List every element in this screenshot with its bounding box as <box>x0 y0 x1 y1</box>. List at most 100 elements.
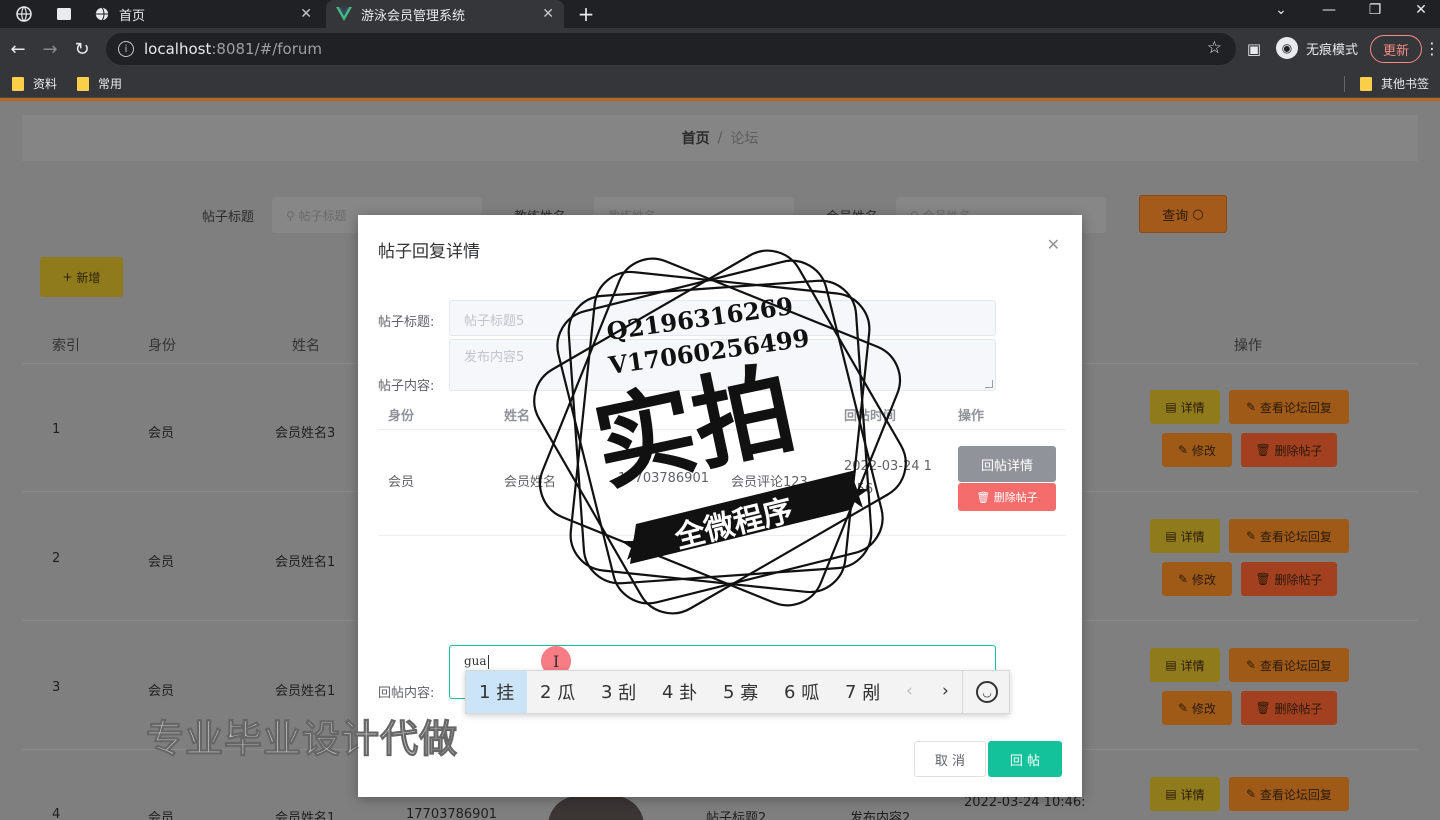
avatar <box>548 796 644 820</box>
incognito-indicator[interactable]: ◉ 无痕模式 <box>1276 37 1358 59</box>
tab-swim-system[interactable]: 游泳会员管理系统 ✕ <box>326 0 564 28</box>
delete-post-button[interactable]: 🗑 删除帖子 <box>958 483 1056 511</box>
column-header: 操作 <box>958 409 985 424</box>
back-arrow-icon[interactable]: ← <box>6 37 30 61</box>
column-header: 姓名 <box>292 338 320 354</box>
emoji-icon[interactable]: ◡ <box>976 681 998 703</box>
update-button[interactable]: 更新 <box>1370 35 1422 63</box>
chevron-left-icon[interactable]: ‹ <box>906 681 913 701</box>
search-icon: ○ <box>1188 206 1204 222</box>
submit-reply-button[interactable]: 回 帖 <box>988 741 1062 777</box>
table-cell: 会员 <box>148 426 175 441</box>
ime-candidate[interactable]: 6 呱 <box>784 671 819 713</box>
table-cell: 会员姓名1 <box>275 555 336 570</box>
profile-label: 无痕模式 <box>1306 42 1359 58</box>
column-header: 索引 <box>52 338 80 354</box>
view-replies-button[interactable]: ✎ 查看论坛回复 <box>1229 519 1349 553</box>
detail-button[interactable]: ▤ 详情 <box>1150 777 1220 811</box>
globe-icon <box>94 6 110 22</box>
tab-search-icon[interactable] <box>54 4 74 24</box>
info-icon[interactable]: i <box>118 41 134 57</box>
detail-button[interactable]: ▤ 详情 <box>1150 519 1220 553</box>
table-cell: 17703786901 <box>406 807 497 820</box>
ime-candidate[interactable]: 5 寡 <box>723 671 758 713</box>
forward-arrow-icon[interactable]: → <box>38 37 62 61</box>
tab-title: 首页 <box>119 8 146 24</box>
bookmarks-bar: 资料 常用 其他书签 <box>0 70 1440 98</box>
side-panel-icon[interactable]: ▣ <box>1242 37 1266 61</box>
tab-home[interactable]: 首页 ✕ <box>84 0 322 28</box>
query-button[interactable]: 查询 ○ <box>1139 195 1227 233</box>
close-icon[interactable]: ✕ <box>300 6 312 22</box>
bookmark-folder[interactable]: 资料 <box>12 75 57 92</box>
cancel-button[interactable]: 取 消 <box>914 741 986 777</box>
breadcrumb: 首页 / 论坛 <box>22 115 1418 161</box>
new-tab-icon[interactable]: + <box>576 2 596 26</box>
edit-icon: ✎ <box>1178 443 1192 457</box>
minimize-icon[interactable]: — <box>1314 2 1344 18</box>
bookmark-label: 资料 <box>33 77 58 91</box>
reply-detail-button[interactable]: 回帖详情 <box>958 446 1056 482</box>
text-caret <box>487 654 489 669</box>
window-close-icon[interactable]: ✕ <box>1406 2 1436 18</box>
view-replies-button[interactable]: ✎ 查看论坛回复 <box>1229 390 1349 424</box>
bookmark-folder[interactable]: 常用 <box>77 75 122 92</box>
dialog-title: 帖子回复详情 <box>378 242 480 262</box>
ime-divider <box>962 671 963 713</box>
table-cell: 会员 <box>388 475 415 490</box>
column-header: 身份 <box>148 338 176 354</box>
table-cell: 1 <box>52 422 61 437</box>
reload-icon[interactable]: ↻ <box>70 37 94 61</box>
ime-candidate[interactable]: 4 卦 <box>662 671 697 713</box>
table-cell: 2022-03-24 10:46: <box>964 795 1086 810</box>
document-icon: ▤ <box>1165 658 1181 672</box>
other-bookmarks[interactable]: 其他书签 <box>1360 75 1429 92</box>
view-replies-button[interactable]: ✎ 查看论坛回复 <box>1229 648 1349 682</box>
chevron-right-icon[interactable]: › <box>942 681 949 701</box>
delete-post-button[interactable]: 🗑 删除帖子 <box>1241 562 1337 596</box>
close-icon[interactable]: ✕ <box>542 6 554 22</box>
post-content-label: 帖子内容: <box>378 379 435 394</box>
post-title-label: 帖子标题: <box>378 315 435 330</box>
edit-icon: ✎ <box>1178 701 1192 715</box>
resize-handle[interactable] <box>985 380 993 388</box>
browser-toolbar: ← → ↻ i localhost:8081/#/forum ☆ ▣ ◉ 无痕模… <box>0 28 1440 70</box>
close-icon[interactable]: ✕ <box>1047 235 1060 254</box>
more-menu-icon[interactable]: ⋮ <box>1424 39 1440 58</box>
edit-button[interactable]: ✎ 修改 <box>1162 691 1232 725</box>
trash-icon: 🗑 <box>1255 443 1275 457</box>
detail-button[interactable]: ▤ 详情 <box>1150 390 1220 424</box>
delete-post-button[interactable]: 🗑 删除帖子 <box>1241 691 1337 725</box>
delete-post-button[interactable]: 🗑 删除帖子 <box>1241 433 1337 467</box>
incognito-icon: ◉ <box>1276 37 1298 59</box>
edit-icon: ✎ <box>1246 787 1260 801</box>
table-cell: 3 <box>52 680 61 695</box>
ime-candidate[interactable]: 7 剐 <box>845 671 880 713</box>
ime-candidate[interactable]: 3 刮 <box>601 671 636 713</box>
document-icon: ▤ <box>1165 787 1181 801</box>
table-cell: 2 <box>52 551 61 566</box>
edit-icon: ✎ <box>1178 572 1192 586</box>
table-cell: 会员姓名3 <box>275 426 336 441</box>
maximize-icon[interactable]: ❐ <box>1360 2 1390 18</box>
column-header: 操作 <box>1234 338 1262 354</box>
table-cell: 会员 <box>148 555 175 570</box>
add-button[interactable]: + 新增 <box>40 257 123 297</box>
breadcrumb-home[interactable]: 首页 <box>682 128 710 148</box>
table-cell: 会员 <box>148 684 175 699</box>
watermark-stamp: Q2196316269 V17060256499 实拍 全微程序 <box>533 249 907 615</box>
globe-icon[interactable] <box>14 4 34 24</box>
edit-button[interactable]: ✎ 修改 <box>1162 562 1232 596</box>
browser-tab-bar: 首页 ✕ 游泳会员管理系统 ✕ + ⌄ — ❐ ✕ <box>0 0 1440 28</box>
view-replies-button[interactable]: ✎ 查看论坛回复 <box>1229 777 1349 811</box>
tab-list-chevron-icon[interactable]: ⌄ <box>1266 2 1296 18</box>
bookmark-label: 常用 <box>98 77 123 91</box>
edit-button[interactable]: ✎ 修改 <box>1162 433 1232 467</box>
bookmark-star-icon[interactable]: ☆ <box>1207 38 1222 58</box>
address-bar[interactable]: i localhost:8081/#/forum ☆ <box>106 33 1236 65</box>
ime-candidate[interactable]: 2 瓜 <box>540 671 575 713</box>
search-label-title: 帖子标题 <box>202 210 255 225</box>
plus-icon: + <box>62 270 77 284</box>
ime-candidate[interactable]: 1 挂 <box>466 671 527 713</box>
detail-button[interactable]: ▤ 详情 <box>1150 648 1220 682</box>
